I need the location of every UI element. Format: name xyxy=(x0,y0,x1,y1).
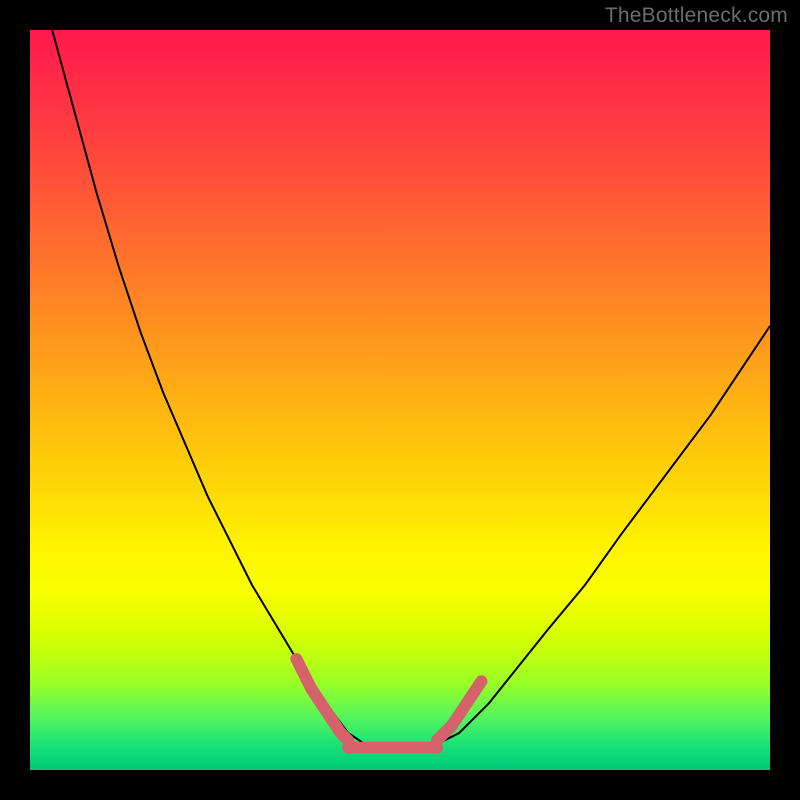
series-bottleneck-curve xyxy=(52,30,770,748)
series-group xyxy=(52,30,770,748)
chart-frame: TheBottleneck.com xyxy=(0,0,800,800)
series-optimal-segment-right xyxy=(437,681,481,740)
series-optimal-segment-left xyxy=(296,659,348,740)
plot-area xyxy=(30,30,770,770)
curve-svg xyxy=(30,30,770,770)
watermark-label: TheBottleneck.com xyxy=(605,4,788,28)
